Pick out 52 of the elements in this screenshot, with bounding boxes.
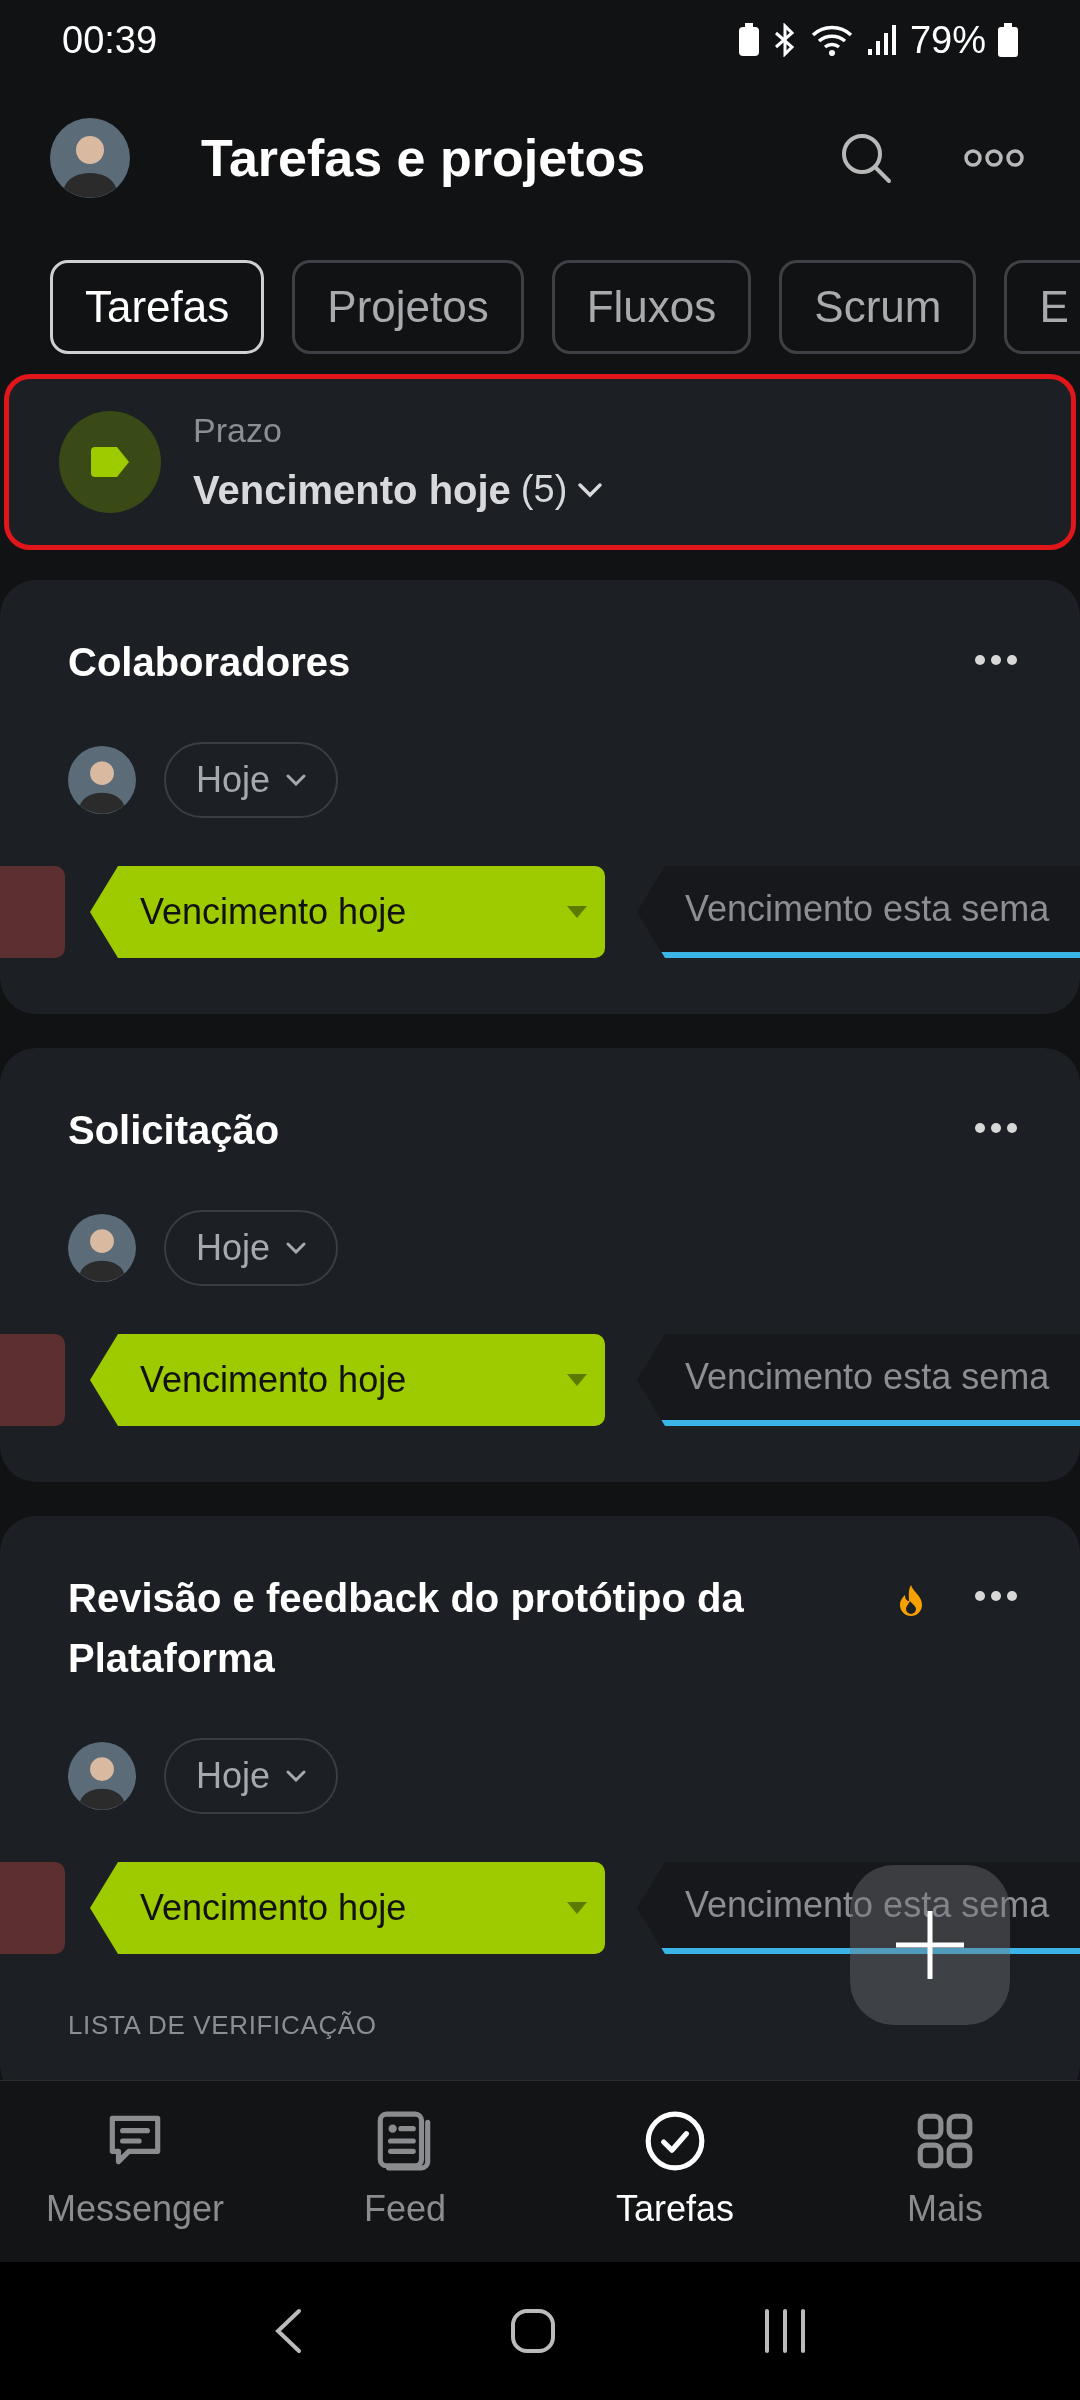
next-stage[interactable]: Vencimento esta sema: [637, 866, 1080, 958]
tab[interactable]: E: [1004, 260, 1080, 354]
task-card[interactable]: Revisão e feedback do protótipo da Plataforma Hoje Vencimento hoje Vencimento esta sema LISTA DE VERIFICAÇÃO: [0, 1516, 1080, 2080]
deadline-chip[interactable]: Hoje: [164, 1210, 339, 1286]
deadline-chip[interactable]: Hoje: [164, 1738, 339, 1814]
signal-icon: [865, 23, 898, 57]
wifi-icon: [809, 23, 854, 57]
chevron-down-icon: [286, 1242, 307, 1254]
avatar: [68, 1214, 136, 1282]
section-label: LISTA DE VERIFICAÇÃO: [67, 2009, 378, 2042]
filter-card[interactable]: Prazo Vencimento hoje (5): [4, 374, 1076, 550]
tab[interactable]: Scrum: [779, 260, 977, 354]
tab[interactable]: Fluxos: [551, 260, 752, 354]
battery-level: 79%: [909, 17, 986, 63]
more-icon[interactable]: [974, 1122, 1018, 1134]
filter-label: Prazo: [193, 409, 283, 451]
chevron-down-icon: [286, 1770, 307, 1782]
task-title: Revisão e feedback do protótipo da Plataforma: [68, 1575, 745, 1682]
caret-icon: [567, 1902, 587, 1914]
next-stage[interactable]: Vencimento esta sema: [637, 1334, 1080, 1426]
avatar: [68, 746, 136, 814]
current-stage[interactable]: Vencimento hoje: [90, 866, 605, 958]
battery-saver-icon: [737, 23, 760, 57]
recents-icon[interactable]: [762, 2309, 807, 2353]
page-title: Tarefas e projetos: [201, 127, 647, 189]
nav-item[interactable]: Mais: [810, 2081, 1080, 2262]
avatar: [68, 1742, 136, 1810]
task-card[interactable]: Solicitação Hoje Vencimento hoje Vencimento esta sema: [0, 1048, 1080, 1482]
chevron-down-icon: [577, 481, 604, 498]
status-time: 00:39: [62, 17, 158, 63]
more-icon[interactable]: [974, 654, 1018, 666]
nav-item[interactable]: Feed: [270, 2081, 540, 2262]
caret-icon: [567, 1374, 587, 1386]
back-icon[interactable]: [273, 2308, 304, 2354]
task-title: Colaboradores: [68, 639, 352, 686]
task-card[interactable]: Colaboradores Hoje Vencimento hoje Vencimento esta sema: [0, 580, 1080, 1014]
caret-icon: [567, 906, 587, 918]
more-icon[interactable]: [974, 1590, 1018, 1602]
more-icon[interactable]: [964, 147, 1024, 168]
current-stage[interactable]: Vencimento hoje: [90, 1334, 605, 1426]
tab[interactable]: Tarefas: [50, 260, 265, 354]
filter-count: (5): [520, 467, 568, 512]
task-title: Solicitação: [68, 1107, 281, 1154]
home-icon[interactable]: [510, 2308, 556, 2354]
current-stage[interactable]: Vencimento hoje: [90, 1862, 605, 1954]
filter-value: Vencimento hoje: [193, 466, 511, 514]
tab[interactable]: Projetos: [292, 260, 524, 354]
nav-item[interactable]: Tarefas: [540, 2081, 810, 2262]
nav-item[interactable]: Messenger: [0, 2081, 270, 2262]
deadline-chip[interactable]: Hoje: [164, 742, 339, 818]
chevron-down-icon: [286, 774, 307, 786]
battery-icon: [998, 23, 1018, 57]
